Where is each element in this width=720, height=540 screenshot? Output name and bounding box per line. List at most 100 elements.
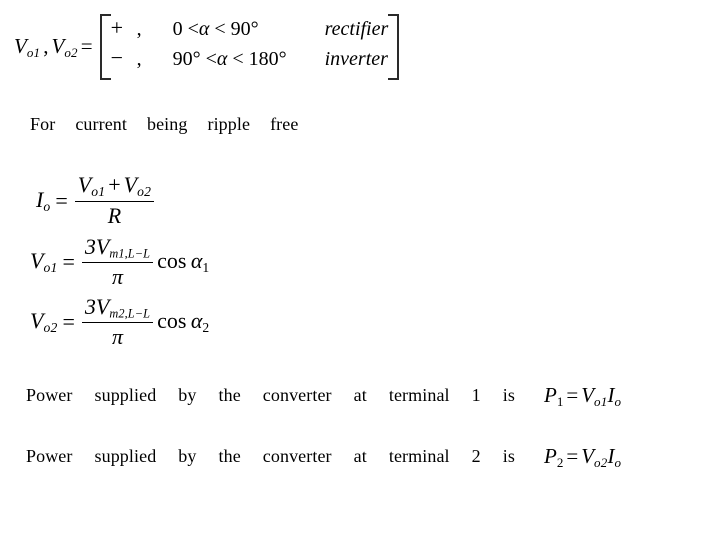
word: at [353,446,367,466]
text-line-ripple-free: For current being ripple free [30,114,298,135]
p2-v-symbol: V [581,444,595,468]
word: ripple [207,114,251,134]
vo2-numerator: 3Vm2,L−L [82,294,153,322]
piecewise-v2-symbol: V [51,33,65,58]
p2-equals-sign: = [566,444,579,468]
vo1-cosine-term: cos α1 [157,248,209,276]
vo1-symbol: V [30,248,44,274]
word: 1 [471,385,481,405]
vo2-cosine-term: cos α2 [157,308,209,336]
piecewise-case-row: − , 90° <α < 180° inverter [111,47,389,77]
case-sign: − [110,45,124,70]
piecewise-left-hand-side: Vo1, Vo2 = [14,33,96,60]
case-range-suffix: < 90° [214,18,259,40]
case-sign: + [110,15,124,40]
word: at [353,385,367,405]
io-numerator: Vo1 + Vo2 [75,172,154,201]
piecewise-v2-subscript: o2 [64,44,78,60]
equation-power-p2: P2 = Vo2Io [544,444,621,471]
word: by [178,385,197,405]
piecewise-comma: , [43,33,49,58]
bracket-left-icon [99,14,111,80]
vo1-alpha-subscript: 1 [202,260,210,276]
io-num-v2: V [123,172,138,197]
equation-vo2: Vo2 = 3Vm2,L−L π cos α2 [30,294,209,350]
word: the [218,385,241,405]
vo1-num-subscript: m1,L−L [109,246,151,261]
word: is [502,385,515,405]
vo1-cos-label: cos [157,248,187,274]
p2-symbol: P [544,444,557,468]
p1-equals-sign: = [566,383,579,407]
vo2-alpha-symbol: α [190,308,203,334]
piecewise-case-row: + , 0 <α < 90° rectifier [111,17,389,47]
equation-vo1: Vo1 = 3Vm1,L−L π cos α1 [30,234,209,290]
vo1-numerator: 3Vm1,L−L [82,234,153,262]
vo1-alpha-symbol: α [190,248,203,274]
piecewise-v1-symbol: V [14,33,27,58]
word: free [270,114,299,134]
bracket-right-icon [388,14,400,80]
word: current [75,114,127,134]
word: For [30,114,56,134]
vo1-left-hand-side: Vo1 [30,248,57,276]
case-comma: , [136,48,142,70]
vo2-subscript: o2 [43,320,58,336]
piecewise-v1-subscript: o1 [26,44,41,60]
word: converter [262,446,332,466]
p1-symbol: P [544,383,557,407]
vo2-num-coefficient: 3V [84,294,110,319]
p2-i-subscript: o [614,454,622,470]
case-comma: , [136,18,142,40]
p1-i-subscript: o [614,393,622,409]
vo1-equals-sign: = [62,249,75,275]
text-line-power-terminal-1: Power supplied by the converter at terminal 1 is [26,385,515,406]
word: the [218,446,241,466]
word: converter [262,385,332,405]
vo2-left-hand-side: Vo2 [30,308,57,336]
io-num-plus: + [108,172,121,197]
equation-power-p1: P1 = Vo1Io [544,383,621,410]
vo2-denominator-pi: π [111,324,124,350]
io-fraction: Vo1 + Vo2 R [74,172,155,229]
case-range-alpha: α [198,18,210,40]
vo1-num-coefficient: 3V [84,234,110,259]
word: being [146,114,188,134]
word: by [178,446,197,466]
vo1-fraction: 3Vm1,L−L π [81,234,154,290]
io-num-v1-subscript: o1 [91,184,106,200]
p1-v-subscript: o1 [594,393,608,409]
io-subscript: o [43,198,51,214]
word: terminal [388,385,450,405]
slide-page: Vo1, Vo2 = + , 0 <α < 90° rectifier − , 90… [0,0,720,540]
word: terminal [388,446,450,466]
case-label: rectifier [324,18,389,40]
io-left-hand-side: Io [36,187,50,215]
vo1-denominator-pi: π [111,264,124,290]
io-num-v2-subscript: o2 [137,184,152,200]
vo2-symbol: V [30,308,44,334]
io-num-v1: V [77,172,92,197]
case-range-prefix: 0 < [172,18,199,40]
case-range: 0 <α < 90° [173,19,325,39]
case-range-prefix: 90° < [172,48,217,70]
io-denominator: R [107,203,122,229]
word: 2 [471,446,481,466]
word: is [502,446,515,466]
io-equals-sign: = [55,187,68,213]
word: supplied [94,385,157,405]
equation-piecewise-vo1-vo2: Vo1, Vo2 = + , 0 <α < 90° rectifier − , 90… [14,14,400,80]
word: Power [26,446,73,466]
word: supplied [94,446,157,466]
vo2-cos-label: cos [157,308,187,334]
vo2-alpha-subscript: 2 [202,320,210,336]
vo2-fraction: 3Vm2,L−L π [81,294,154,350]
case-range-alpha: α [216,48,228,70]
vo1-subscript: o1 [43,260,58,276]
piecewise-cases: + , 0 <α < 90° rectifier − , 90° <α < 18… [111,14,389,80]
p1-v-symbol: V [581,383,595,407]
equation-output-current-io: Io = Vo1 + Vo2 R [36,172,156,229]
case-range-suffix: < 180° [232,48,287,70]
vo2-num-subscript: m2,L−L [109,306,151,321]
word: Power [26,385,73,405]
